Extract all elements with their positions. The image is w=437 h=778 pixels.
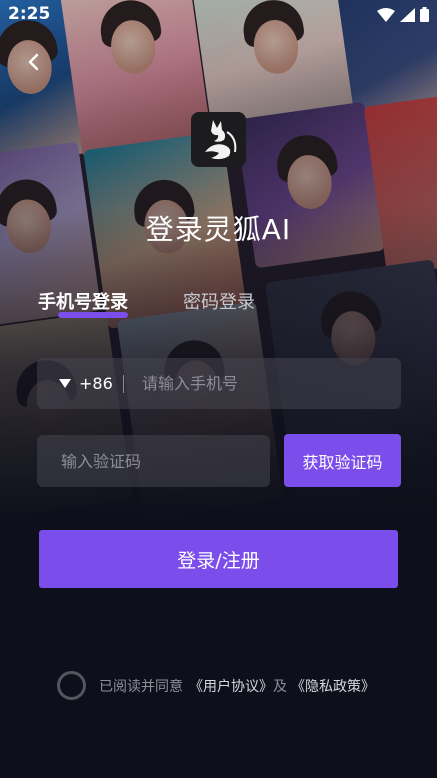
get-code-button[interactable]: 获取验证码 <box>284 434 401 487</box>
battery-icon <box>420 7 429 22</box>
phone-field: +86 <box>37 358 401 409</box>
wifi-icon <box>377 7 395 22</box>
country-code-selector[interactable]: +86 <box>59 374 113 393</box>
triangle-down-icon <box>59 379 71 388</box>
code-field <box>37 435 270 487</box>
agreement-radio[interactable] <box>57 671 86 700</box>
user-agreement-link[interactable]: 《用户协议》 <box>189 676 273 696</box>
login-register-button[interactable]: 登录/注册 <box>39 530 398 588</box>
chevron-left-icon[interactable] <box>22 50 46 74</box>
status-bar: 2:25 <box>0 0 437 30</box>
page-title: 登录灵狐AI <box>145 213 292 246</box>
tab-phone-login[interactable]: 手机号登录 <box>38 288 128 314</box>
tab-password-login[interactable]: 密码登录 <box>183 288 255 314</box>
divider <box>123 375 124 393</box>
status-time: 2:25 <box>8 4 51 24</box>
cellular-icon <box>400 7 415 22</box>
agreement-prefix: 已阅读并同意 <box>99 678 183 695</box>
agreement-conjunction: 及 <box>273 678 287 695</box>
fox-logo-icon <box>191 112 246 167</box>
verification-code-input[interactable] <box>61 435 261 487</box>
app-logo <box>191 112 246 167</box>
country-code: +86 <box>79 374 113 393</box>
phone-input[interactable] <box>142 358 392 409</box>
privacy-policy-link[interactable]: 《隐私政策》 <box>291 676 375 696</box>
agreement-row: 已阅读并同意 《用户协议》 及 《隐私政策》 <box>57 671 375 700</box>
